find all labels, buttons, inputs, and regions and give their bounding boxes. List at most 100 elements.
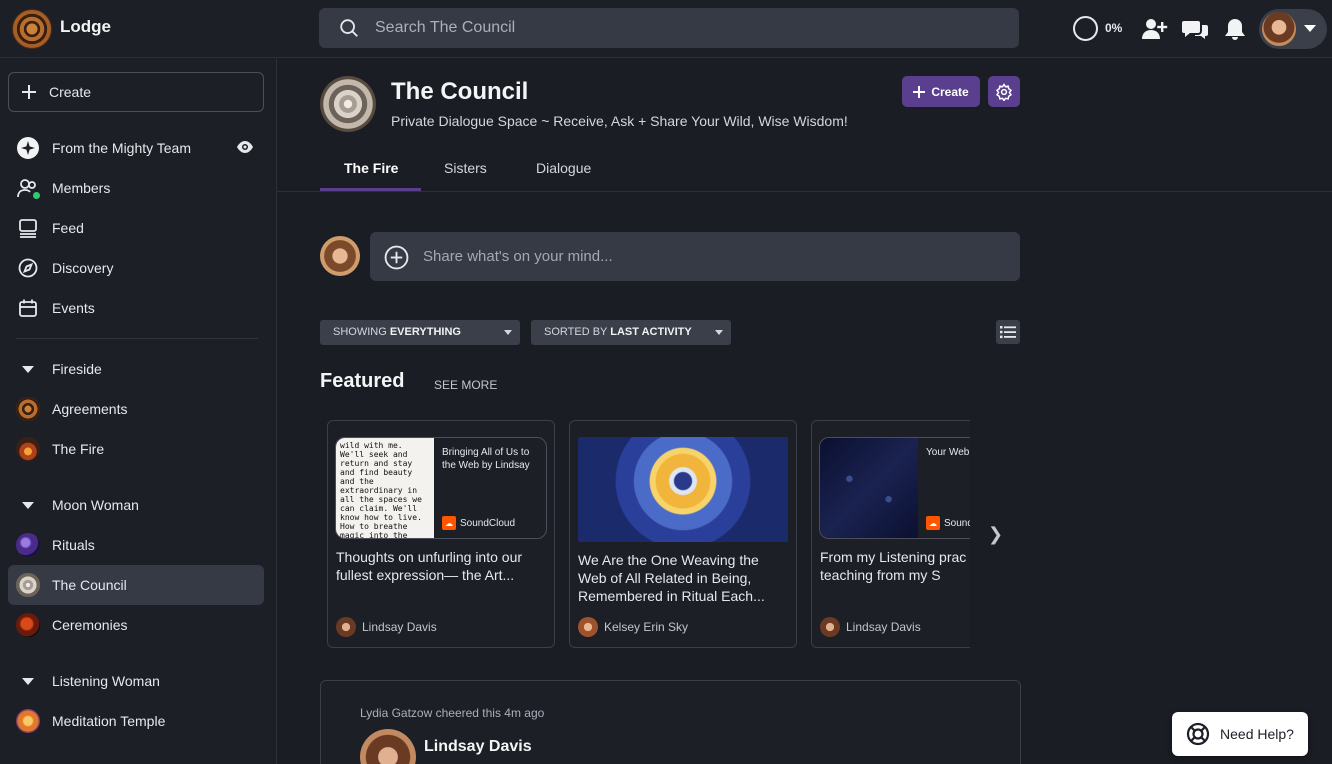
sidebar-item-agreements[interactable]: Agreements bbox=[8, 389, 264, 429]
card-author[interactable]: Lindsay Davis bbox=[336, 617, 437, 637]
invite-user-icon[interactable] bbox=[1141, 15, 1169, 43]
sidebar-item-meditation-temple[interactable]: Meditation Temple bbox=[8, 701, 264, 741]
the-council-space-icon bbox=[16, 573, 40, 597]
featured-card[interactable]: Your Web of Connec ☁ Sound From my Liste… bbox=[811, 420, 970, 648]
tab-sisters[interactable]: Sisters bbox=[444, 160, 487, 176]
agreements-space-icon bbox=[16, 397, 40, 421]
author-avatar bbox=[336, 617, 356, 637]
card-author[interactable]: Kelsey Erin Sky bbox=[578, 617, 688, 637]
page-title: The Council bbox=[391, 78, 529, 105]
soundcloud-preview[interactable]: wild with me. We'll seek and return and … bbox=[335, 437, 547, 539]
card-title: From my Listening prac the teaching from… bbox=[820, 549, 970, 583]
author-name: Lindsay Davis bbox=[362, 620, 437, 634]
sort-value: LAST ACTIVITY bbox=[610, 326, 692, 338]
author-avatar bbox=[578, 617, 598, 637]
bell-icon[interactable] bbox=[1221, 15, 1249, 43]
sidebar-item-label: Ceremonies bbox=[52, 617, 128, 633]
chevron-down-icon bbox=[16, 669, 40, 693]
sidebar-item-the-fire[interactable]: The Fire bbox=[8, 429, 264, 469]
preview-source: ☁ SoundCloud bbox=[442, 516, 515, 530]
sidebar-item-events[interactable]: Events bbox=[8, 288, 264, 328]
sidebar-item-label: The Council bbox=[52, 577, 127, 593]
tabs-divider bbox=[277, 191, 1332, 192]
section-label: Listening Woman bbox=[52, 673, 160, 689]
search-bar[interactable] bbox=[319, 8, 1019, 48]
sidebar-item-feed[interactable]: Feed bbox=[8, 208, 264, 248]
eye-icon[interactable] bbox=[236, 140, 254, 154]
sidebar-section-moon-woman[interactable]: Moon Woman bbox=[8, 485, 264, 525]
sidebar-item-label: Rituals bbox=[52, 537, 95, 553]
composer-placeholder: Share what's on your mind... bbox=[423, 248, 613, 265]
sidebar-item-rituals[interactable]: Rituals bbox=[8, 525, 264, 565]
create-button[interactable]: Create bbox=[902, 76, 980, 107]
user-avatar bbox=[1262, 12, 1296, 46]
card-title: Thoughts on unfurling into our fullest e… bbox=[336, 549, 523, 583]
soundcloud-preview[interactable]: Your Web of Connec ☁ Sound bbox=[819, 437, 970, 539]
featured-card[interactable]: wild with me. We'll seek and return and … bbox=[327, 420, 555, 648]
source-label: Sound bbox=[944, 517, 970, 529]
featured-heading: Featured bbox=[320, 370, 405, 392]
chevron-down-icon bbox=[16, 493, 40, 517]
lodge-logo[interactable] bbox=[12, 9, 52, 49]
feed-post[interactable]: Lydia Gatzow cheered this 4m ago Lindsay… bbox=[320, 680, 1021, 764]
ceremonies-space-icon bbox=[16, 613, 40, 637]
post-composer[interactable]: Share what's on your mind... bbox=[370, 232, 1020, 281]
progress-ring-icon[interactable] bbox=[1073, 16, 1098, 41]
composer-avatar bbox=[320, 236, 360, 276]
post-author-avatar[interactable] bbox=[360, 729, 416, 764]
search-input[interactable] bbox=[375, 8, 995, 48]
sidebar: Create From the Mighty Team Members Feed… bbox=[0, 59, 277, 764]
tab-the-fire[interactable]: The Fire bbox=[344, 160, 398, 176]
preview-label: Your Web of Connec bbox=[926, 447, 970, 458]
author-name: Kelsey Erin Sky bbox=[604, 620, 689, 634]
chevron-right-icon[interactable]: ❯ bbox=[988, 524, 1003, 545]
author-name: Lindsay Davis bbox=[846, 620, 921, 634]
chevron-down-icon bbox=[16, 357, 40, 381]
sparkle-icon bbox=[16, 136, 40, 160]
the-fire-space-icon bbox=[16, 437, 40, 461]
chat-icon[interactable] bbox=[1181, 15, 1209, 43]
soundcloud-icon: ☁ bbox=[926, 516, 940, 530]
chevron-down-icon bbox=[1304, 25, 1316, 32]
preview-source: ☁ Sound bbox=[926, 516, 970, 530]
preview-label: Bringing All of Us to the Web by Lindsay bbox=[442, 447, 530, 471]
sidebar-item-mighty-team[interactable]: From the Mighty Team bbox=[8, 128, 264, 168]
list-view-toggle[interactable] bbox=[996, 320, 1020, 344]
compass-icon bbox=[16, 256, 40, 280]
sidebar-divider bbox=[16, 338, 258, 339]
sidebar-item-label: The Fire bbox=[52, 441, 105, 457]
create-label: Create bbox=[49, 84, 92, 100]
section-label: Moon Woman bbox=[52, 497, 139, 513]
help-label: Need Help? bbox=[1220, 726, 1294, 742]
filter-prefix: SHOWING bbox=[333, 326, 387, 338]
sidebar-item-members[interactable]: Members bbox=[8, 168, 264, 208]
sidebar-item-label: Discovery bbox=[52, 260, 114, 276]
showing-filter-select[interactable]: SHOWING EVERYTHING bbox=[320, 320, 520, 345]
card-author[interactable]: Lindsay Davis bbox=[820, 617, 921, 637]
space-avatar bbox=[320, 76, 376, 132]
source-label: SoundCloud bbox=[460, 517, 516, 529]
page-subtitle: Private Dialogue Space ~ Receive, Ask + … bbox=[391, 113, 848, 129]
sidebar-item-ceremonies[interactable]: Ceremonies bbox=[8, 605, 264, 645]
sidebar-item-discovery[interactable]: Discovery bbox=[8, 248, 264, 288]
sidebar-section-listening-woman[interactable]: Listening Woman bbox=[8, 661, 264, 701]
post-author-name[interactable]: Lindsay Davis bbox=[424, 738, 532, 756]
sidebar-section-fireside[interactable]: Fireside bbox=[8, 349, 264, 389]
preview-image bbox=[820, 438, 918, 538]
settings-button[interactable] bbox=[988, 76, 1020, 107]
lifebuoy-icon bbox=[1186, 722, 1210, 746]
gear-icon bbox=[995, 82, 1013, 101]
user-menu[interactable] bbox=[1259, 9, 1327, 49]
meditation-temple-space-icon bbox=[16, 709, 40, 733]
see-more-link[interactable]: SEE MORE bbox=[434, 378, 497, 392]
sidebar-create-button[interactable]: Create bbox=[8, 72, 264, 112]
need-help-button[interactable]: Need Help? bbox=[1172, 712, 1308, 756]
tab-dialogue[interactable]: Dialogue bbox=[536, 160, 591, 176]
sidebar-item-the-council[interactable]: The Council bbox=[8, 565, 264, 605]
members-icon bbox=[16, 176, 40, 200]
sort-select[interactable]: SORTED BY LAST ACTIVITY bbox=[531, 320, 731, 345]
calendar-icon bbox=[16, 296, 40, 320]
featured-card[interactable]: We Are the One Weaving the Web of All Re… bbox=[569, 420, 797, 648]
app-name[interactable]: Lodge bbox=[60, 17, 111, 37]
feed-icon bbox=[16, 216, 40, 240]
